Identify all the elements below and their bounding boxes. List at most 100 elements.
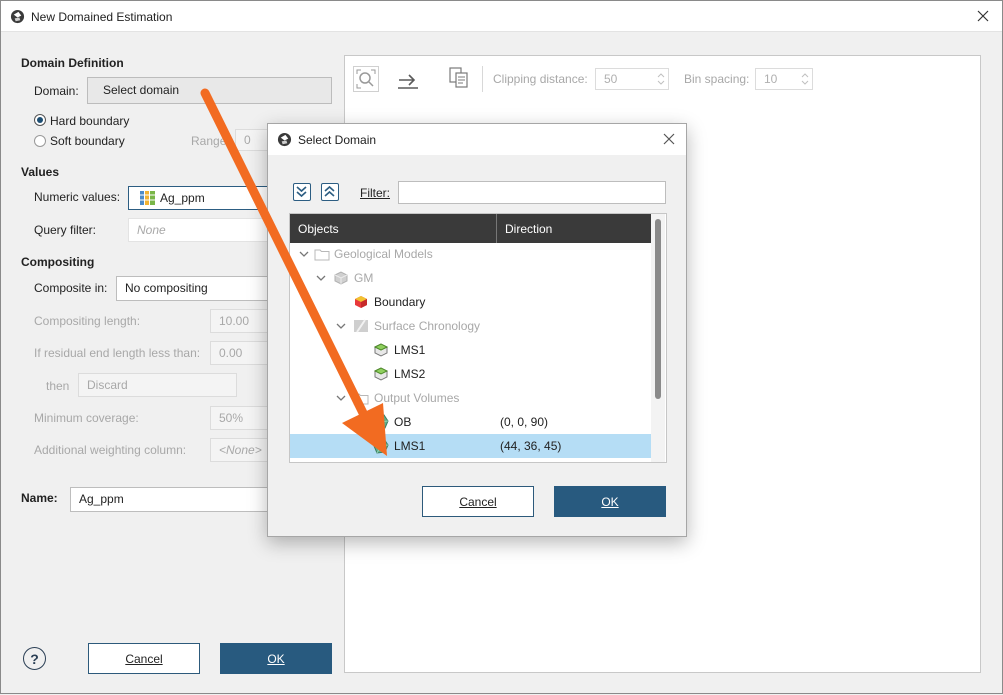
select-domain-button[interactable]: Select domain bbox=[87, 77, 332, 104]
then-label: then bbox=[46, 379, 70, 393]
close-icon[interactable] bbox=[660, 130, 678, 148]
numeric-values-select[interactable]: Ag_ppm bbox=[128, 186, 273, 210]
then-select[interactable]: Discard bbox=[78, 373, 237, 397]
surface-volume-icon bbox=[373, 343, 389, 357]
dialog-title-bar: Select Domain bbox=[268, 124, 686, 155]
close-icon bbox=[977, 10, 989, 22]
tree-scrollbar[interactable] bbox=[651, 214, 665, 462]
tree-row-boundary[interactable]: Boundary bbox=[290, 290, 652, 314]
preview-toolbar: Clipping distance: 50 Bin spacing: 10 bbox=[345, 56, 980, 100]
tree-row-label: LMS1 bbox=[394, 343, 426, 357]
window-title: New Domained Estimation bbox=[31, 10, 173, 24]
spinner-arrows-icon bbox=[801, 73, 809, 85]
additional-weighting-label: Additional weighting column: bbox=[34, 443, 187, 457]
bin-spacing-value: 10 bbox=[764, 72, 778, 86]
cancel-button-label: Cancel bbox=[125, 651, 163, 666]
tree-row-label: Surface Chronology bbox=[374, 319, 481, 333]
filter-label: Filter: bbox=[360, 186, 390, 200]
chevron-down-icon[interactable] bbox=[335, 392, 347, 404]
chronology-icon bbox=[354, 319, 368, 333]
clipping-distance-value: 50 bbox=[604, 72, 618, 86]
composite-in-label: Composite in: bbox=[34, 281, 108, 295]
tree-row-label: OB bbox=[394, 415, 412, 429]
name-label: Name: bbox=[21, 491, 58, 505]
zoom-fit-icon bbox=[356, 69, 376, 89]
close-window-button[interactable] bbox=[970, 5, 996, 27]
tree-row-lms2-surface[interactable]: LMS2 bbox=[290, 362, 652, 386]
cancel-button[interactable]: Cancel bbox=[88, 643, 200, 674]
tree-row-gm[interactable]: GM bbox=[290, 266, 652, 290]
spinner-arrows-icon bbox=[657, 73, 665, 85]
range-label: Range: bbox=[191, 134, 230, 148]
tree-row-lms1-surface[interactable]: LMS1 bbox=[290, 338, 652, 362]
zoom-fit-button[interactable] bbox=[353, 66, 379, 92]
tree-row-surface-chronology[interactable]: Surface Chronology bbox=[290, 314, 652, 338]
soft-boundary-label[interactable]: Soft boundary bbox=[50, 134, 125, 148]
tree-row-label: GM bbox=[354, 271, 374, 285]
tree-row-output-volumes[interactable]: Output Volumes bbox=[290, 386, 652, 410]
minimum-coverage-label: Minimum coverage: bbox=[34, 411, 139, 425]
domain-label: Domain: bbox=[34, 84, 79, 98]
compositing-length-label: Compositing length: bbox=[34, 314, 141, 328]
clipping-distance-input[interactable]: 50 bbox=[595, 68, 669, 90]
tree-row-direction: (44, 36, 45) bbox=[500, 439, 562, 453]
table-column-icon bbox=[140, 191, 155, 205]
help-button[interactable]: ? bbox=[23, 647, 46, 670]
double-chevron-down-icon bbox=[296, 186, 307, 198]
numeric-values-value: Ag_ppm bbox=[160, 191, 205, 205]
hard-boundary-radio[interactable] bbox=[34, 114, 46, 126]
tree-row-label: Boundary bbox=[374, 295, 426, 309]
minimum-coverage-input[interactable]: 50% bbox=[210, 406, 270, 430]
copy-icon[interactable] bbox=[448, 66, 470, 90]
filter-input[interactable] bbox=[398, 181, 666, 204]
export-icon[interactable] bbox=[396, 68, 420, 90]
ok-button[interactable]: OK bbox=[220, 643, 332, 674]
filter-label-text: Filter: bbox=[360, 186, 390, 200]
tree-row-label: Geological Models bbox=[334, 247, 433, 261]
app-logo-icon bbox=[10, 9, 25, 24]
compositing-length-input[interactable]: 10.00 bbox=[210, 309, 270, 333]
domain-definition-heading: Domain Definition bbox=[21, 56, 124, 70]
objects-column-header[interactable]: Objects bbox=[298, 222, 339, 236]
select-domain-dialog: Select Domain Filter: Objects Direction bbox=[267, 123, 687, 537]
direction-column-header[interactable]: Direction bbox=[505, 222, 552, 236]
surface-volume-icon bbox=[373, 367, 389, 381]
tree-row-lms1-output[interactable]: LMS1 (44, 36, 45) bbox=[290, 434, 652, 458]
query-filter-label: Query filter: bbox=[34, 223, 97, 237]
main-window: New Domained Estimation Domain Definitio… bbox=[0, 0, 1003, 694]
bin-spacing-input[interactable]: 10 bbox=[755, 68, 813, 90]
tree-row-label: LMS2 bbox=[394, 367, 426, 381]
dialog-ok-label: OK bbox=[601, 494, 619, 509]
ok-button-label: OK bbox=[267, 651, 285, 666]
folder-icon bbox=[314, 249, 330, 261]
soft-boundary-radio[interactable] bbox=[34, 135, 46, 147]
name-input[interactable]: Ag_ppm bbox=[70, 487, 275, 512]
dialog-cancel-button[interactable]: Cancel bbox=[422, 486, 534, 517]
geological-model-icon bbox=[334, 271, 348, 285]
compositing-heading: Compositing bbox=[21, 255, 95, 269]
double-chevron-up-icon bbox=[324, 185, 335, 197]
collapse-all-button[interactable] bbox=[321, 183, 339, 201]
tree-row-label: Output Volumes bbox=[374, 391, 460, 405]
tree-row-label: LMS1 bbox=[394, 439, 426, 453]
title-bar: New Domained Estimation bbox=[1, 1, 1002, 32]
dialog-ok-button[interactable]: OK bbox=[554, 486, 666, 517]
objects-tree: Objects Direction Geological Models GM B… bbox=[289, 213, 667, 463]
hard-boundary-label[interactable]: Hard boundary bbox=[50, 114, 129, 128]
tree-row-geological-models[interactable]: Geological Models bbox=[290, 242, 652, 266]
column-separator[interactable] bbox=[496, 214, 497, 243]
additional-weighting-select[interactable]: <None> bbox=[210, 438, 270, 462]
output-volume-icon bbox=[373, 414, 389, 430]
query-filter-select[interactable]: None bbox=[128, 218, 273, 242]
residual-length-input[interactable]: 0.00 bbox=[210, 341, 270, 365]
tree-scrollbar-thumb[interactable] bbox=[655, 219, 661, 399]
expand-all-button[interactable] bbox=[293, 183, 311, 201]
composite-in-select[interactable]: No compositing bbox=[116, 276, 273, 301]
boundary-icon bbox=[355, 296, 367, 308]
chevron-down-icon[interactable] bbox=[335, 320, 347, 332]
chevron-down-icon[interactable] bbox=[298, 248, 310, 260]
tree-row-ob[interactable]: OB (0, 0, 90) bbox=[290, 410, 652, 434]
numeric-values-label: Numeric values: bbox=[34, 190, 121, 204]
chevron-down-icon[interactable] bbox=[315, 272, 327, 284]
dialog-cancel-label: Cancel bbox=[459, 494, 497, 509]
